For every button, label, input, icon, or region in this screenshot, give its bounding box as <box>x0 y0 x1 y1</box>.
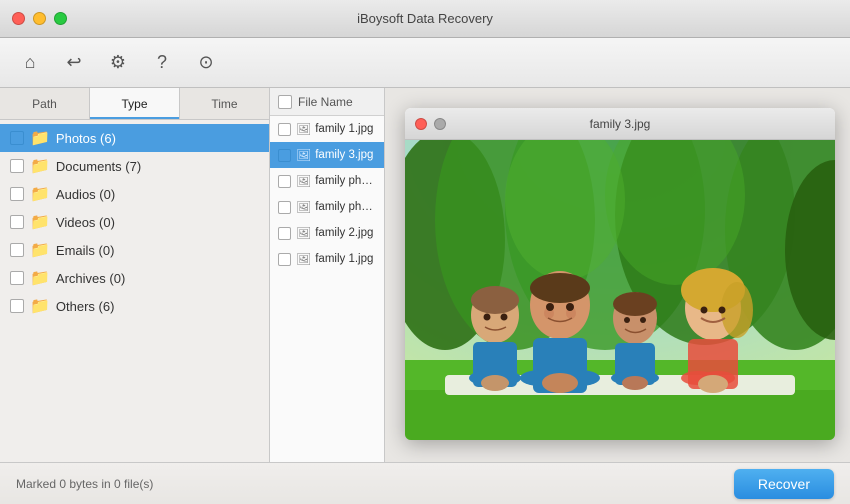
category-documents[interactable]: 📁 Documents (7) <box>0 152 269 180</box>
titlebar: iBoysoft Data Recovery <box>0 0 850 38</box>
maximize-button[interactable] <box>54 12 67 25</box>
folder-icon: 📁 <box>30 268 50 288</box>
home-icon[interactable]: ⌂ <box>16 49 44 77</box>
category-emails[interactable]: 📁 Emails (0) <box>0 236 269 264</box>
file-checkbox[interactable] <box>278 149 291 162</box>
category-list: 📁 Photos (6) 📁 Documents (7) 📁 Audios (0… <box>0 120 269 462</box>
tab-type[interactable]: Type <box>90 88 180 119</box>
file-checkbox[interactable] <box>278 253 291 266</box>
left-panel: Path Type Time 📁 Photos (6) 📁 Documents … <box>0 88 270 462</box>
window-controls <box>12 12 67 25</box>
file-panel: File Name 🖼 family 1.jpg 🖼 family 3.jpg … <box>270 88 385 462</box>
image-icon: 🖼 <box>296 252 311 266</box>
settings-icon[interactable]: ⚙ <box>104 49 132 77</box>
file-list-header: File Name <box>270 88 384 116</box>
videos-checkbox[interactable] <box>10 215 24 229</box>
preview-close-button[interactable] <box>415 118 427 130</box>
main-content: Path Type Time 📁 Photos (6) 📁 Documents … <box>0 88 850 462</box>
help-icon[interactable]: ? <box>148 49 176 77</box>
category-others[interactable]: 📁 Others (6) <box>0 292 269 320</box>
file-checkbox[interactable] <box>278 201 291 214</box>
statusbar: Marked 0 bytes in 0 file(s) Recover <box>0 462 850 504</box>
file-checkbox[interactable] <box>278 227 291 240</box>
file-checkbox[interactable] <box>278 123 291 136</box>
preview-image <box>405 140 835 440</box>
category-audios[interactable]: 📁 Audios (0) <box>0 180 269 208</box>
image-icon: 🖼 <box>296 226 311 240</box>
emails-checkbox[interactable] <box>10 243 24 257</box>
drive-icon[interactable]: ⊙ <box>192 49 220 77</box>
select-all-checkbox[interactable] <box>278 95 292 109</box>
file-name-column-header: File Name <box>298 95 353 109</box>
image-icon: 🖼 <box>296 122 311 136</box>
file-list: 🖼 family 1.jpg 🖼 family 3.jpg 🖼 family p… <box>270 116 384 462</box>
folder-icon: 📁 <box>30 212 50 232</box>
category-archives[interactable]: 📁 Archives (0) <box>0 264 269 292</box>
view-tabs: Path Type Time <box>0 88 269 120</box>
preview-filename: family 3.jpg <box>590 117 651 131</box>
preview-window-controls <box>415 118 446 130</box>
file-item[interactable]: 🖼 family 1.jpg <box>270 116 384 142</box>
toolbar: ⌂ ↩ ⚙ ? ⊙ <box>0 38 850 88</box>
preview-window: family 3.jpg <box>405 108 835 440</box>
status-text: Marked 0 bytes in 0 file(s) <box>16 477 734 491</box>
documents-checkbox[interactable] <box>10 159 24 173</box>
preview-icon2 <box>434 118 446 130</box>
close-button[interactable] <box>12 12 25 25</box>
category-videos[interactable]: 📁 Videos (0) <box>0 208 269 236</box>
file-item[interactable]: 🖼 family 1.jpg <box>270 246 384 272</box>
file-item[interactable]: 🖼 family 3.jpg <box>270 142 384 168</box>
archives-checkbox[interactable] <box>10 271 24 285</box>
app-title: iBoysoft Data Recovery <box>357 11 493 26</box>
folder-icon: 📁 <box>30 296 50 316</box>
category-photos[interactable]: 📁 Photos (6) <box>0 124 269 152</box>
folder-icon: 📁 <box>30 184 50 204</box>
minimize-button[interactable] <box>33 12 46 25</box>
folder-icon: 📁 <box>30 240 50 260</box>
file-item[interactable]: 🖼 family 2.jpg <box>270 220 384 246</box>
photos-checkbox[interactable] <box>10 131 24 145</box>
family-photo-svg <box>405 140 835 440</box>
preview-titlebar: family 3.jpg <box>405 108 835 140</box>
folder-icon: 📁 <box>30 128 50 148</box>
recover-button[interactable]: Recover <box>734 469 834 499</box>
audios-checkbox[interactable] <box>10 187 24 201</box>
tab-path[interactable]: Path <box>0 88 90 119</box>
others-checkbox[interactable] <box>10 299 24 313</box>
preview-panel: family 3.jpg <box>385 88 850 462</box>
image-icon: 🖼 <box>296 174 311 188</box>
file-checkbox[interactable] <box>278 175 291 188</box>
tab-time[interactable]: Time <box>180 88 269 119</box>
image-icon: 🖼 <box>296 200 311 214</box>
file-item[interactable]: 🖼 family photo 2.png <box>270 168 384 194</box>
image-icon: 🖼 <box>296 148 311 162</box>
folder-icon: 📁 <box>30 156 50 176</box>
back-icon[interactable]: ↩ <box>60 49 88 77</box>
file-item[interactable]: 🖼 family photo.png <box>270 194 384 220</box>
